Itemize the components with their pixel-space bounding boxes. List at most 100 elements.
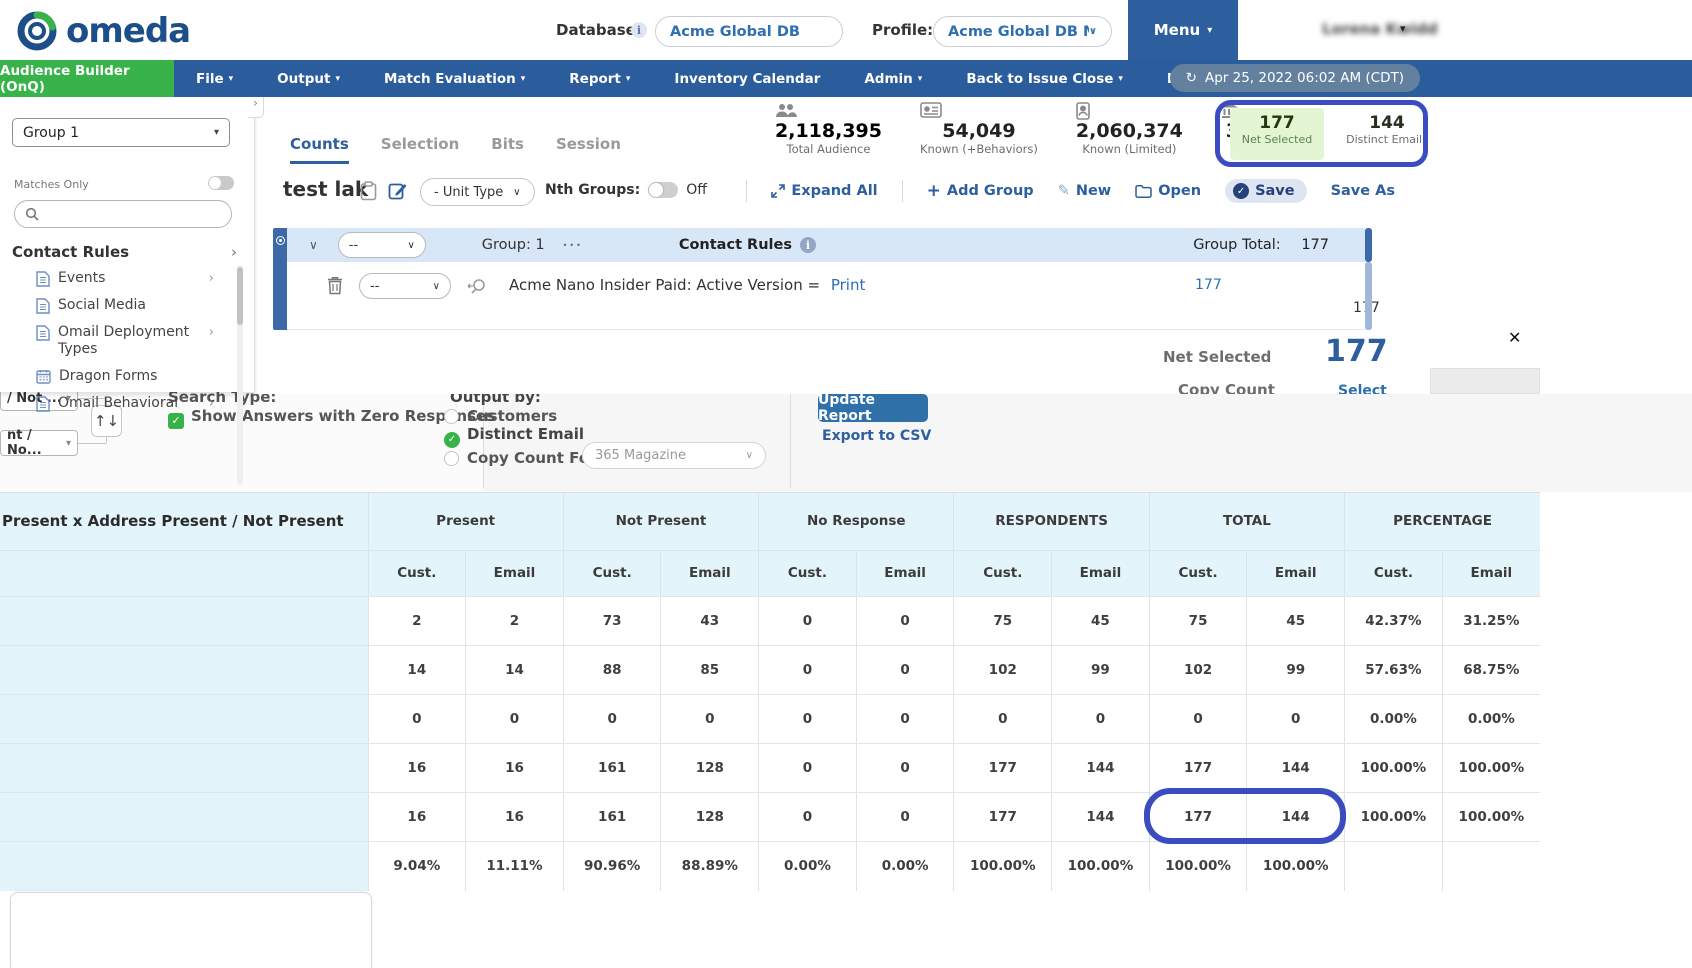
radio-unchecked-icon[interactable]	[444, 451, 459, 466]
unit-type-select[interactable]: - Unit Type ∨	[420, 178, 535, 206]
add-group-button[interactable]: +Add Group	[927, 181, 1034, 201]
doc-icon	[36, 325, 50, 341]
customers-label: Customers	[467, 407, 557, 425]
session-timestamp[interactable]: ↻ Apr 25, 2022 06:02 AM (CDT)	[1170, 64, 1420, 92]
lookup-icon[interactable]	[467, 278, 487, 294]
expand-all-button[interactable]: Expand All	[771, 183, 877, 199]
matches-only-toggle[interactable]	[208, 176, 234, 190]
table-cell: 75	[1149, 596, 1247, 645]
sidebar-item-omail-deployment-types[interactable]: Omail Deployment Types›	[0, 319, 236, 363]
net-selected-value: 177	[1230, 113, 1324, 133]
scrollbar-thumb[interactable]	[1365, 228, 1372, 262]
table-cell: 161	[563, 743, 661, 792]
more-options-icon[interactable]: •••	[563, 241, 583, 250]
table-cell: 128	[661, 743, 759, 792]
sidebar-item-omail-behavioral[interactable]: Omail Behavioral›	[0, 390, 236, 417]
tab-selection[interactable]: Selection	[381, 135, 459, 164]
profile-select[interactable]: Acme Global DB Maste ∨	[933, 16, 1112, 47]
save-as-button[interactable]: Save As	[1331, 183, 1395, 199]
distinct-email-option[interactable]: ✓Distinct Email	[444, 425, 584, 448]
rule-row[interactable]: -- ∨ Acme Nano Insider Paid: Active Vers…	[287, 262, 1365, 330]
table-row: 161616112800177144177144100.00%100.00%	[0, 743, 1540, 792]
menu-label: Menu	[1154, 21, 1200, 39]
clipboard-icon[interactable]	[360, 181, 377, 201]
menu-button[interactable]: Menu ▾	[1128, 0, 1238, 60]
save-as-label: Save As	[1331, 183, 1395, 199]
sidebar-item-social-media[interactable]: Social Media	[0, 292, 236, 319]
nav-item-inventory-calendar[interactable]: Inventory Calendar	[674, 71, 820, 87]
close-icon[interactable]: ✕	[1508, 328, 1521, 347]
nth-groups-label: Nth Groups:	[545, 182, 640, 198]
export-csv-link[interactable]: Export to CSV	[822, 428, 931, 444]
tab-counts[interactable]: Counts	[290, 135, 349, 164]
nav-app-tab[interactable]: Audience Builder (OnQ)	[0, 60, 174, 97]
rule-operator-select[interactable]: -- ∨	[359, 273, 451, 299]
group-header-row[interactable]: ∨ -- ∨ Group: 1 ••• Contact Rules i Grou…	[287, 228, 1365, 262]
stat-label: Total Audience	[775, 142, 882, 156]
distinct-emails-value: 144	[1337, 113, 1425, 133]
search-input[interactable]	[14, 200, 232, 228]
nth-groups-toggle[interactable]	[648, 182, 678, 198]
copy-count-for-option[interactable]: Copy Count For:	[444, 449, 602, 467]
new-button[interactable]: ✎New	[1058, 183, 1112, 199]
nav-item-report[interactable]: Report▾	[569, 71, 630, 87]
table-cell: 0	[1149, 694, 1247, 743]
sidebar: Group 1 ▾ Matches Only Contact Rules › E…	[0, 97, 255, 392]
table-cell: 99	[1052, 645, 1150, 694]
refresh-icon[interactable]: ↻	[1186, 70, 1197, 86]
group-operator-select[interactable]: -- ∨	[338, 232, 426, 258]
nav-item-admin[interactable]: Admin▾	[864, 71, 922, 87]
app-root: omeda Database: i Acme Global DB Profile…	[0, 0, 1692, 968]
contact-rules-section[interactable]: Contact Rules ›	[12, 243, 237, 261]
nav-item-match-evaluation[interactable]: Match Evaluation▾	[384, 71, 525, 87]
table-cell: 9.04%	[368, 841, 466, 891]
table-title: Present x Address Present / Not Present	[0, 493, 368, 550]
tab-bits[interactable]: Bits	[491, 135, 524, 164]
update-report-button[interactable]: Update Report	[818, 394, 928, 422]
table-cell: 45	[1052, 596, 1150, 645]
target-icon	[276, 236, 285, 245]
table-cell: 31.25%	[1442, 596, 1540, 645]
edit-icon[interactable]	[388, 181, 408, 201]
sidebar-item-events[interactable]: Events›	[0, 265, 236, 292]
contact-rules-label: Contact Rules	[12, 243, 129, 261]
omeda-logo-icon	[14, 8, 60, 54]
database-info-icon[interactable]: i	[631, 22, 647, 38]
caret-down-icon: ▾	[66, 438, 71, 449]
group-select[interactable]: Group 1 ▾	[12, 118, 230, 147]
magazine-select[interactable]: 365 Magazine ∨	[582, 442, 766, 469]
user-menu-caret-icon[interactable]: ▾	[1400, 22, 1406, 35]
tab-session[interactable]: Session	[556, 135, 621, 164]
customers-option[interactable]: Customers	[444, 407, 557, 425]
operator-select-2[interactable]: nt / No... ▾	[0, 430, 78, 456]
radio-unchecked-icon[interactable]	[444, 409, 459, 424]
table-cell: 88.89%	[661, 841, 759, 891]
chevron-right-icon: ›	[209, 271, 214, 286]
stat-value: 2,060,374	[1076, 120, 1183, 142]
info-icon[interactable]: i	[800, 237, 816, 253]
rule-value-link[interactable]: Print	[831, 276, 866, 294]
database-input[interactable]: Acme Global DB	[655, 16, 843, 47]
collapse-chevron-icon[interactable]: ∨	[309, 238, 318, 252]
trash-icon[interactable]	[327, 276, 343, 295]
table-cell: 100.00%	[1345, 743, 1443, 792]
save-button[interactable]: ✓ Save	[1225, 179, 1307, 203]
rule-count-link[interactable]: 177	[1195, 277, 1222, 293]
scrollbar-track[interactable]	[1365, 262, 1372, 330]
sidebar-item-dragon-forms[interactable]: Dragon Forms	[0, 363, 236, 390]
nav-item-file[interactable]: File▾	[196, 71, 233, 87]
copy-count-select-link[interactable]: Select	[1338, 383, 1387, 394]
sidebar-scrollbar[interactable]	[237, 265, 243, 485]
table-cell: 0	[759, 596, 857, 645]
radio-checked-icon[interactable]: ✓	[444, 432, 460, 448]
caret-down-icon: ▾	[626, 74, 631, 84]
chevron-right-icon: ›	[209, 325, 214, 340]
scrollbar-thumb[interactable]	[237, 267, 243, 325]
nav-item-back-to-issue-close[interactable]: Back to Issue Close▾	[966, 71, 1123, 87]
stat-total-audience: 2,118,395Total Audience	[775, 102, 882, 156]
divider	[902, 180, 903, 202]
check-icon: ✓	[1233, 183, 1249, 199]
sidebar-item-label: Omail Behavioral	[58, 395, 178, 412]
open-button[interactable]: Open	[1135, 183, 1201, 199]
nav-item-output[interactable]: Output▾	[277, 71, 340, 87]
